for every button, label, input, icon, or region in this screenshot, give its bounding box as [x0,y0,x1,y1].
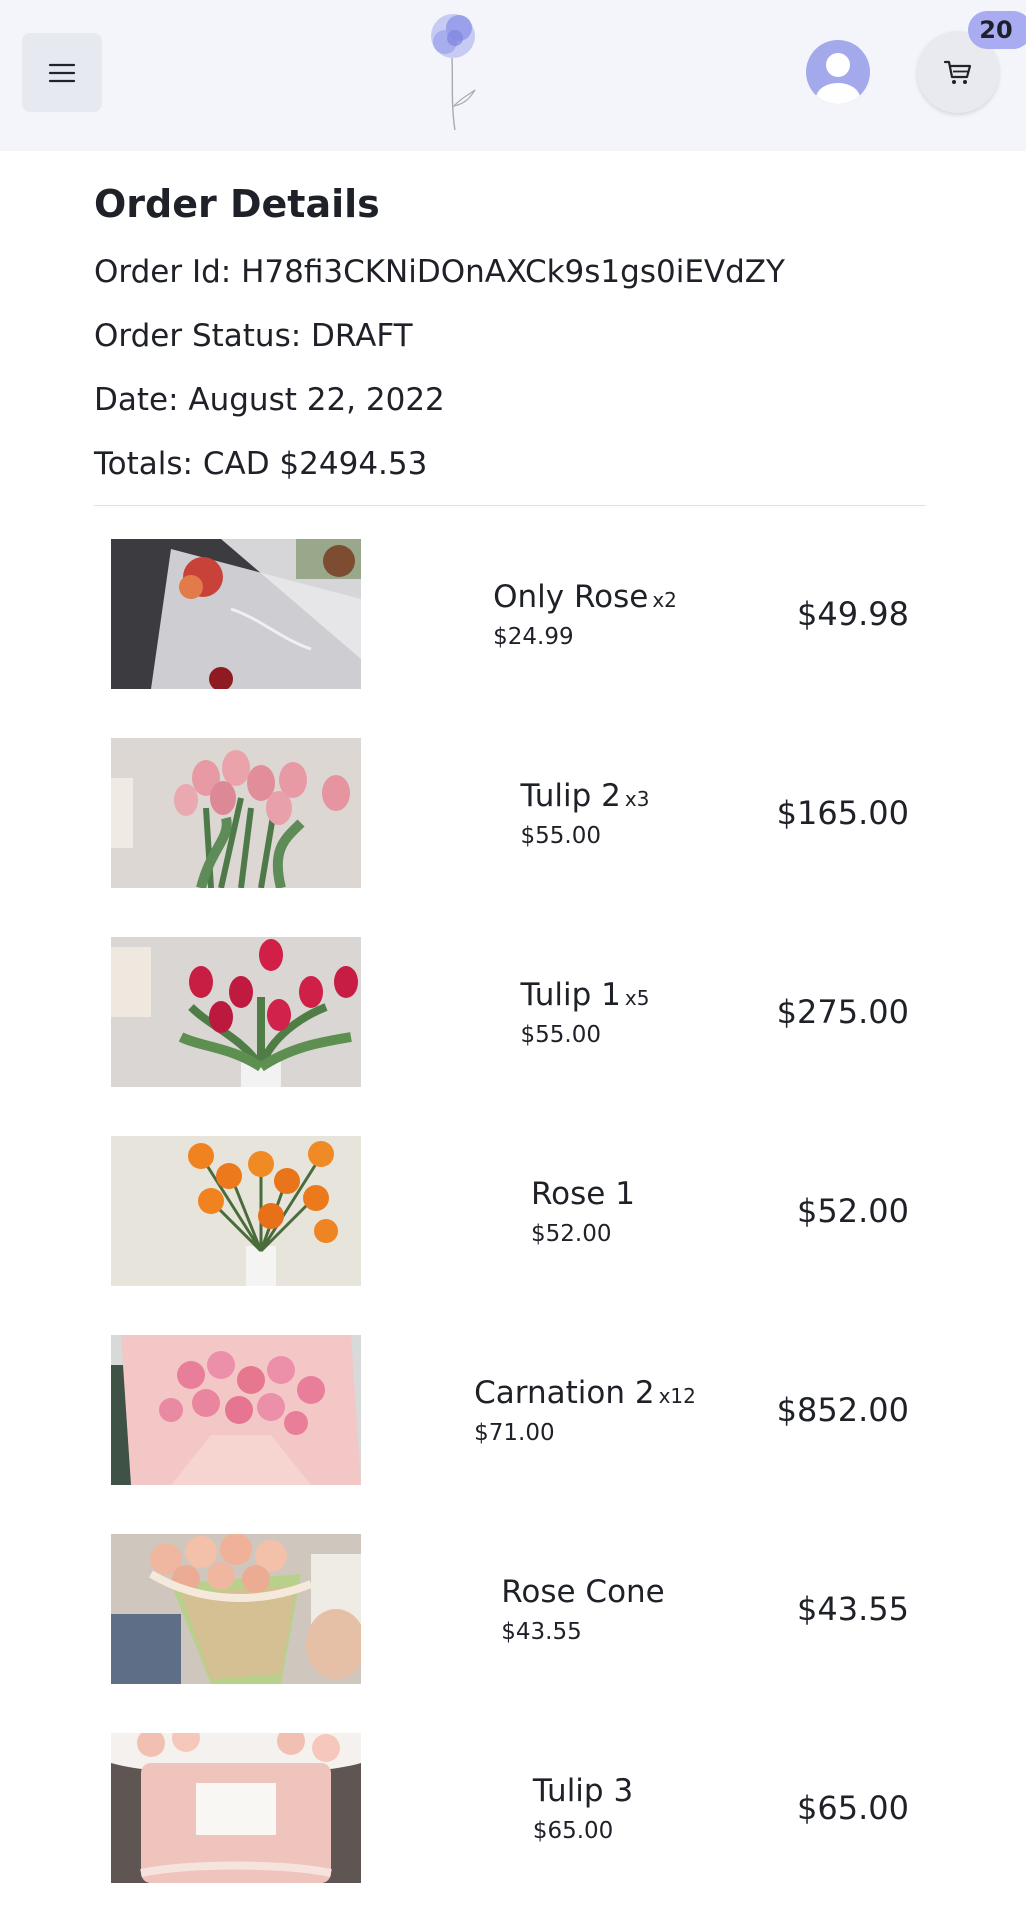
item-name: Rose Cone [501,1574,665,1610]
item-quantity: x12 [658,1384,696,1408]
user-avatar-icon[interactable] [806,40,870,104]
list-item[interactable]: Tulip 1 x5 $55.00 $275.00 [0,937,1026,1136]
item-unit-price: $71.00 [474,1420,555,1446]
orange-roses-photo [111,1136,361,1286]
item-unit-price: $24.99 [493,624,574,650]
order-status: Order Status: DRAFT [94,318,413,354]
item-unit-price: $52.00 [531,1221,612,1247]
list-item[interactable]: Rose 1 $52.00 $52.00 [0,1136,1026,1335]
item-unit-price: $43.55 [501,1619,582,1645]
order-totals: Totals: CAD $2494.53 [94,446,428,482]
page-title: Order Details [94,182,380,226]
shopping-cart-icon [943,60,972,84]
divider [94,505,926,506]
item-total: $49.98 [797,595,909,633]
item-name: Carnation 2 [474,1375,655,1411]
order-date: Date: August 22, 2022 [94,382,445,418]
tulip-box-photo [111,1733,361,1883]
list-item[interactable]: Rose Cone $43.55 $43.55 [0,1534,1026,1733]
item-name: Rose 1 [531,1176,635,1212]
list-item[interactable]: Only Rose x2 $24.99 $49.98 [0,539,1026,738]
item-unit-price: $55.00 [520,1022,602,1048]
order-id: Order Id: H78fi3CKNiDOnAXCk9s1gs0iEVdZY [94,254,785,290]
item-total: $165.00 [776,794,909,832]
pink-tulips-photo [111,738,361,888]
hamburger-menu-icon [48,63,76,82]
list-item[interactable]: Tulip 2 x3 $55.00 $165.00 [0,738,1026,937]
item-total: $852.00 [776,1391,909,1429]
item-name: Tulip 2 [520,778,621,814]
item-name: Only Rose [493,579,649,615]
item-quantity: x5 [624,986,650,1010]
item-quantity: x2 [652,588,677,612]
item-total: $52.00 [797,1192,909,1230]
item-total: $65.00 [797,1789,909,1827]
rose-logo-icon[interactable] [415,6,487,132]
item-total: $43.55 [797,1590,909,1628]
red-tulips-photo [111,937,361,1087]
item-unit-price: $65.00 [532,1818,614,1844]
pink-carnations-photo [111,1335,361,1485]
item-name: Tulip 3 [532,1773,634,1809]
order-items-list: Only Rose x2 $24.99 $49.98 Tulip 2 x3 $5… [0,539,1026,1932]
order-details-section: Order Details Order Id: H78fi3CKNiDOnAXC… [94,176,926,484]
item-name: Tulip 1 [520,977,621,1013]
item-unit-price: $55.00 [520,823,602,849]
list-item[interactable]: Carnation 2 x12 $71.00 $852.00 [0,1335,1026,1534]
rose-bouquet-photo [111,539,361,689]
rose-cone-photo [111,1534,361,1684]
app-header: 20 [0,0,1026,151]
menu-button[interactable] [22,33,102,112]
cart-count-badge: 20 [968,11,1026,49]
item-quantity: x3 [624,787,650,811]
item-total: $275.00 [776,993,909,1031]
list-item[interactable]: Tulip 3 $65.00 $65.00 [0,1733,1026,1932]
